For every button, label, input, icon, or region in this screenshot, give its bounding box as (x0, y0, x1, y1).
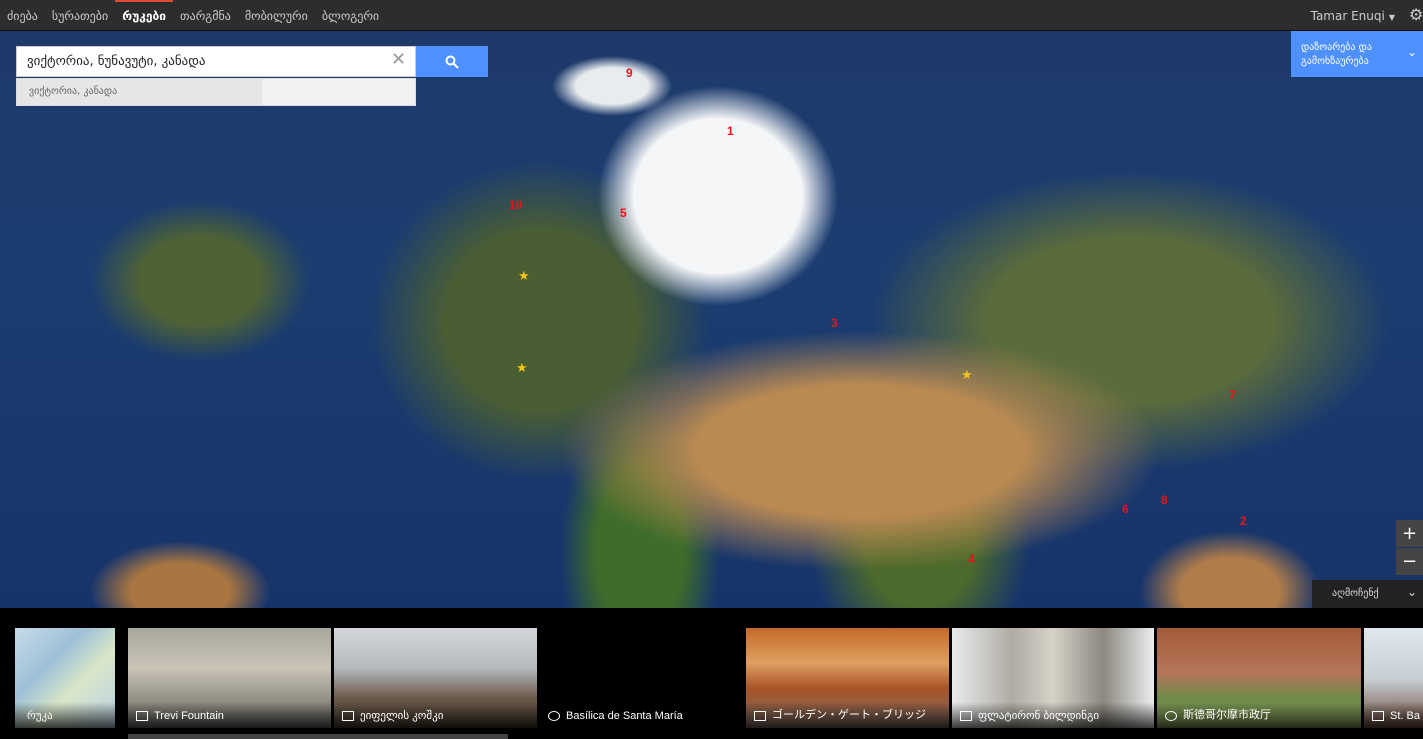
carousel-card[interactable]: St. Ba (1364, 628, 1423, 728)
map-marker[interactable]: 2 (1240, 514, 1247, 528)
tour-label: დაზოარება და გამოხზაურება (1301, 42, 1372, 67)
nav-item-search[interactable]: ძიება (0, 0, 45, 30)
photo-sphere-icon (1372, 711, 1384, 721)
zoom-in-button[interactable]: + (1396, 520, 1423, 547)
map-marker[interactable]: 6 (1122, 502, 1129, 516)
card-label: რუკა (27, 710, 53, 722)
zoom-out-button[interactable]: − (1396, 548, 1423, 575)
search-suggestions: ვიქტორია, კანადა (16, 78, 416, 106)
camera-icon (754, 711, 766, 721)
nav-item-images[interactable]: სურათები (45, 0, 115, 30)
star-icon[interactable]: ★ (516, 361, 528, 376)
photo-sphere-icon (342, 711, 354, 721)
search-icon (445, 55, 459, 69)
map-marker[interactable]: 4 (968, 552, 975, 566)
carousel-card[interactable]: ფლატირონ ბილდინგი (952, 628, 1154, 728)
card-label: Trevi Fountain (154, 710, 224, 722)
star-icon[interactable]: ★ (961, 368, 973, 383)
carousel-scrollbar[interactable] (128, 734, 508, 739)
carousel-card[interactable]: ეიფელის კოშკი (334, 628, 537, 728)
map-marker[interactable]: 8 (1161, 493, 1168, 507)
card-label: ეიფელის კოშკი (360, 710, 444, 722)
card-label: Basílica de Santa María (566, 710, 683, 722)
carousel-card[interactable]: რუკა (15, 628, 115, 728)
nav-item-mobile[interactable]: მობილური (238, 0, 315, 30)
user-name: Tamar Enuqi (1310, 9, 1385, 23)
user-menu[interactable]: Tamar Enuqi ▼ (1311, 0, 1395, 34)
card-label: ფლატირონ ბილდინგი (978, 710, 1100, 722)
suggestion-item[interactable]: ვიქტორია, კანადა (17, 79, 262, 105)
search-box: ✕ (16, 46, 416, 77)
map-marker[interactable]: 9 (626, 66, 633, 80)
top-bar: ძიება სურათები რუკები თარგმნა მობილური ბ… (0, 0, 1423, 31)
search-input[interactable] (17, 47, 407, 76)
nav-item-maps[interactable]: რუკები (115, 0, 173, 30)
nav-item-blogger[interactable]: ბლოგერი (315, 0, 386, 30)
star-icon[interactable]: ★ (518, 269, 530, 284)
explore-toggle[interactable]: აღმოჩენქ ⌄ (1312, 580, 1423, 608)
map-marker[interactable]: 3 (831, 316, 838, 330)
top-nav: ძიება სურათები რუკები თარგმნა მობილური ბ… (0, 0, 386, 30)
satellite-map[interactable]: 1 2 3 4 5 6 7 8 9 10 ★ ★ ★ (0, 31, 1423, 608)
map-marker[interactable]: 7 (1229, 388, 1236, 402)
card-label: 斯德哥尔摩市政厅 (1183, 709, 1271, 721)
chevron-down-icon: ⌄ (1406, 585, 1417, 599)
carousel-card[interactable]: 斯德哥尔摩市政厅 (1157, 628, 1361, 728)
map-marker[interactable]: 10 (509, 198, 522, 212)
card-label: ゴールデン・ゲート・ブリッジ (772, 709, 926, 721)
chevron-down-icon: ▼ (1388, 13, 1395, 22)
chevron-down-icon: ⌄ (1406, 45, 1417, 59)
panorama-icon (548, 711, 560, 721)
panorama-icon (1165, 711, 1177, 721)
explore-label: აღმოჩენქ (1332, 588, 1379, 599)
imagery-carousel: რუკა Trevi Fountain ეიფელის კოშკი Basíli… (0, 609, 1423, 739)
card-label: St. Ba (1390, 710, 1420, 722)
search-button[interactable] (416, 46, 488, 77)
carousel-card[interactable]: Trevi Fountain (128, 628, 331, 728)
carousel-card[interactable]: ゴールデン・ゲート・ブリッジ (746, 628, 949, 728)
carousel-card[interactable]: Basílica de Santa María (540, 628, 743, 728)
gear-icon[interactable]: ⚙ (1409, 7, 1423, 23)
close-icon[interactable]: ✕ (391, 51, 407, 69)
photo-sphere-icon (136, 711, 148, 721)
photo-sphere-icon (960, 711, 972, 721)
nav-item-translate[interactable]: თარგმნა (173, 0, 238, 30)
map-marker[interactable]: 1 (727, 124, 734, 138)
tour-panel[interactable]: დაზოარება და გამოხზაურება ⌄ (1291, 31, 1423, 77)
map-marker[interactable]: 5 (620, 206, 627, 220)
